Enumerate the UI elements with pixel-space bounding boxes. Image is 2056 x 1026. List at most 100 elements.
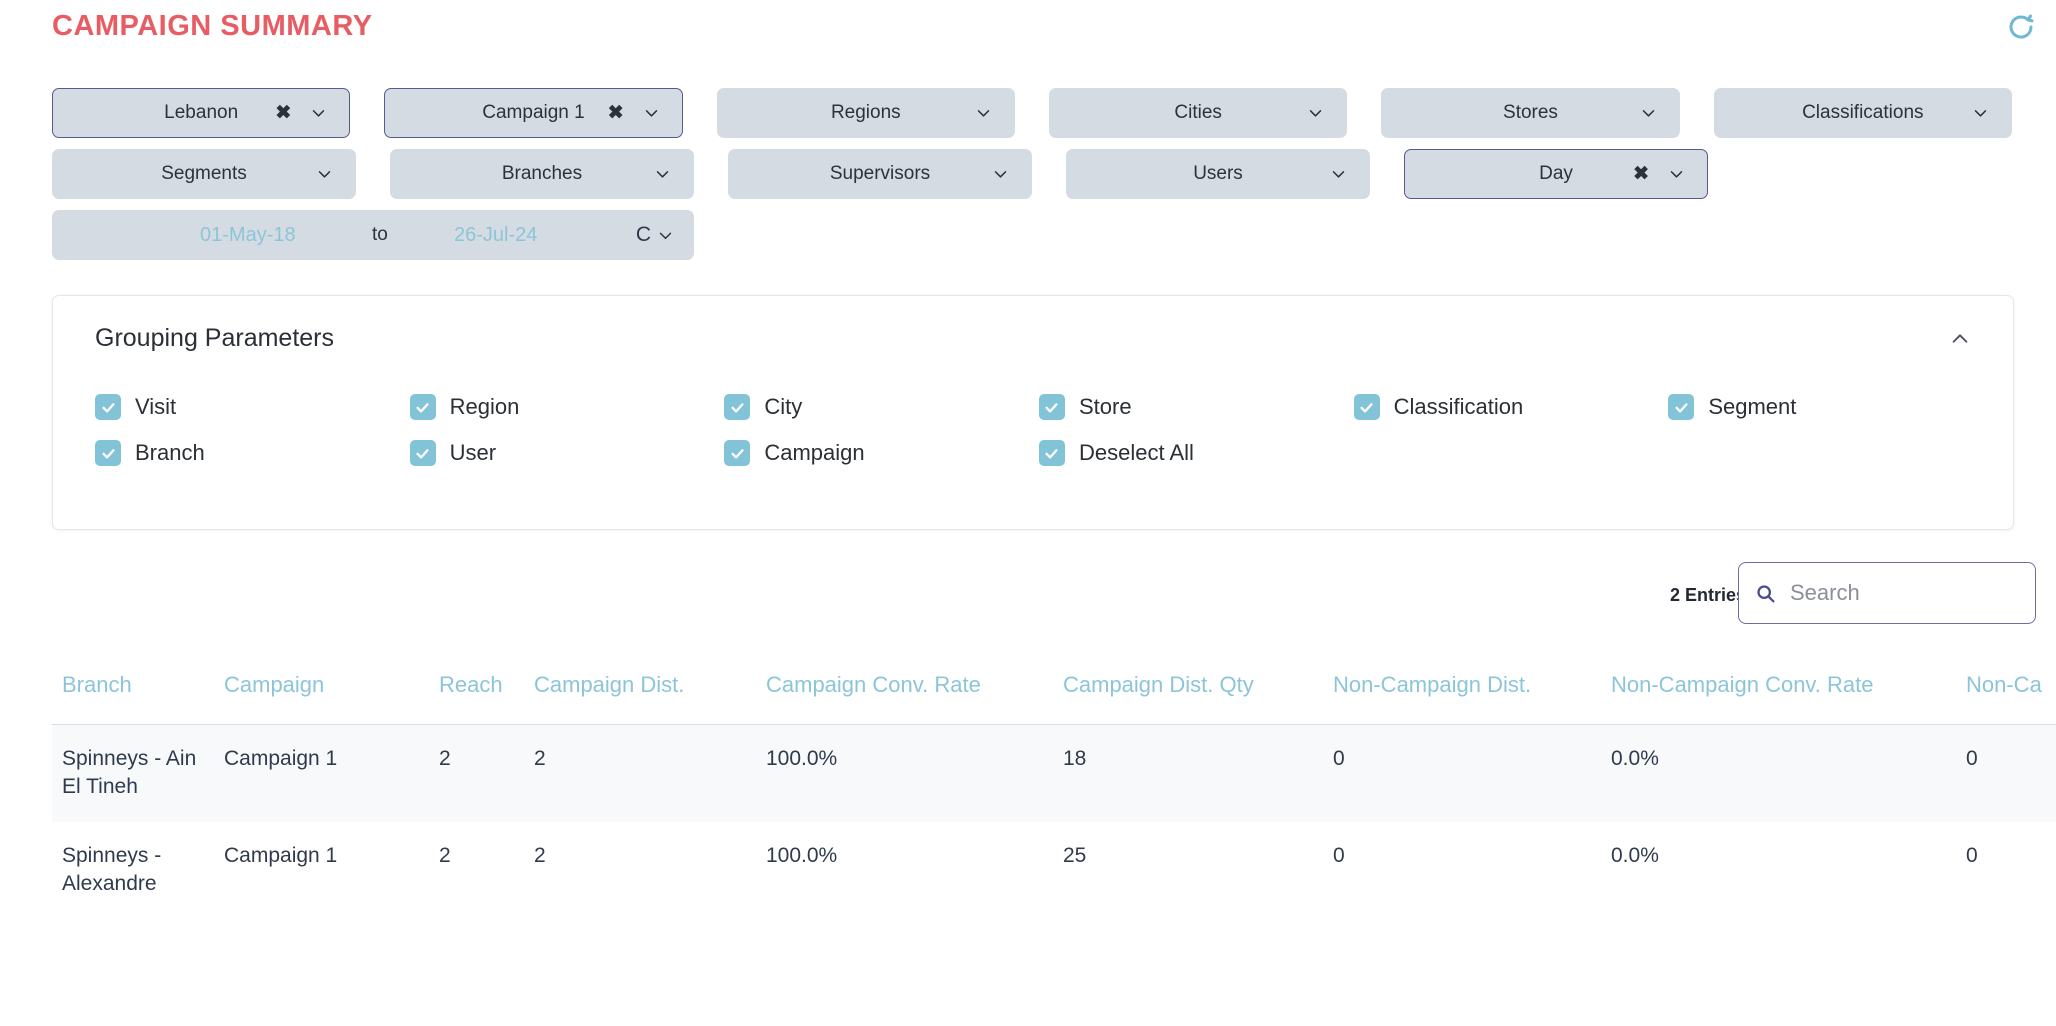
table-cell-non-campaign-dist: 0 xyxy=(1333,822,1611,919)
data-table-container[interactable]: BranchCampaignReachCampaign Dist.Campaig… xyxy=(52,650,2056,1026)
checkbox-checked-icon[interactable] xyxy=(410,440,436,466)
chevron-down-icon xyxy=(657,227,674,244)
checkbox-label: Campaign xyxy=(764,440,864,466)
chevron-up-icon xyxy=(1949,328,1971,350)
chevron-down-icon[interactable] xyxy=(1640,105,1657,122)
chevron-down-icon[interactable] xyxy=(1972,105,1989,122)
checkbox-checked-icon[interactable] xyxy=(1039,440,1065,466)
checkbox-checked-icon[interactable] xyxy=(95,440,121,466)
table-cell-non-campaign-last: 0 xyxy=(1966,822,2056,919)
filter-label: Cities xyxy=(1174,102,1222,124)
filter-clear-icon[interactable]: ✖ xyxy=(608,104,624,123)
grouping-checkbox-branch[interactable]: Branch xyxy=(95,440,410,466)
table-column-header[interactable]: Campaign Dist. Qty xyxy=(1063,650,1333,725)
filters-panel: Lebanon✖ Campaign 1 ✖ Regions Cities Stores Cl… xyxy=(52,88,2012,260)
table-cell-campaign: Campaign 1 xyxy=(224,725,439,822)
table-column-header[interactable]: Non-Campaign Dist. xyxy=(1333,650,1611,725)
table-column-header[interactable]: Campaign Dist. xyxy=(534,650,766,725)
table-cell-campaign-conv-rate: 100.0% xyxy=(766,725,1063,822)
checkbox-checked-icon[interactable] xyxy=(410,394,436,420)
filter-day[interactable]: Day✖ xyxy=(1404,149,1708,199)
filter-users[interactable]: Users xyxy=(1066,149,1370,199)
checkbox-checked-icon[interactable] xyxy=(1039,394,1065,420)
checkbox-label: Store xyxy=(1079,394,1132,420)
chevron-down-icon[interactable] xyxy=(316,166,333,183)
grouping-checkbox-user[interactable]: User xyxy=(410,440,725,466)
chevron-down-icon[interactable] xyxy=(975,105,992,122)
filter-clear-icon[interactable]: ✖ xyxy=(1633,165,1649,184)
grouping-checkbox-city[interactable]: City xyxy=(724,394,1039,420)
checkbox-checked-icon[interactable] xyxy=(1354,394,1380,420)
table-cell-campaign-dist: 2 xyxy=(534,725,766,822)
chevron-down-icon[interactable] xyxy=(992,166,1009,183)
filter-campaign-1[interactable]: Campaign 1 ✖ xyxy=(384,88,682,138)
filter-classifications[interactable]: Classifications xyxy=(1714,88,2012,138)
table-cell-reach: 2 xyxy=(439,822,534,919)
calendar-dropdown[interactable]: C xyxy=(636,223,674,247)
table-column-header[interactable]: Non-Campaign Conv. Rate xyxy=(1611,650,1966,725)
checkbox-checked-icon[interactable] xyxy=(95,394,121,420)
grouping-checkbox-deselect-all[interactable]: Deselect All xyxy=(1039,440,1354,466)
grouping-checkbox-region[interactable]: Region xyxy=(410,394,725,420)
chevron-down-icon[interactable] xyxy=(1668,166,1685,183)
filter-label: Users xyxy=(1193,163,1243,185)
campaign-summary-page: CAMPAIGN SUMMARY Lebanon✖ Campaign 1 ✖ Regi… xyxy=(0,0,2056,1026)
table-row[interactable]: Spinneys - AlexandreCampaign 122100.0%25… xyxy=(52,822,2056,919)
grouping-parameters-card: Grouping Parameters VisitRegionCity Store… xyxy=(52,295,2014,530)
grouping-checkbox-store[interactable]: Store xyxy=(1039,394,1354,420)
filter-lebanon[interactable]: Lebanon✖ xyxy=(52,88,350,138)
chevron-down-icon[interactable] xyxy=(654,166,671,183)
table-cell-non-campaign-last: 0 xyxy=(1966,725,2056,822)
table-column-header[interactable]: Branch xyxy=(52,650,224,725)
table-column-header[interactable]: Campaign Conv. Rate xyxy=(766,650,1063,725)
grouping-parameters-title: Grouping Parameters xyxy=(95,324,334,353)
chevron-down-icon[interactable] xyxy=(1307,105,1324,122)
grouping-checkbox-segment[interactable]: Segment xyxy=(1668,394,1983,420)
filter-cities[interactable]: Cities xyxy=(1049,88,1347,138)
table-column-header[interactable]: Campaign xyxy=(224,650,439,725)
grouping-checkbox-campaign[interactable]: Campaign xyxy=(724,440,1039,466)
date-from-value[interactable]: 01-May-18 xyxy=(200,224,296,247)
table-cell-non-campaign-conv-rate: 0.0% xyxy=(1611,822,1966,919)
grouping-collapse-toggle[interactable] xyxy=(1949,328,1971,350)
search-input[interactable] xyxy=(1788,579,2019,607)
table-cell-campaign: Campaign 1 xyxy=(224,822,439,919)
page-title: CAMPAIGN SUMMARY xyxy=(52,10,373,43)
search-icon xyxy=(1755,583,1776,604)
table-cell-campaign-dist-qty: 25 xyxy=(1063,822,1333,919)
filter-regions[interactable]: Regions xyxy=(717,88,1015,138)
grouping-checkbox-visit[interactable]: Visit xyxy=(95,394,410,420)
filter-stores[interactable]: Stores xyxy=(1381,88,1679,138)
checkbox-checked-icon[interactable] xyxy=(724,440,750,466)
refresh-icon[interactable] xyxy=(2006,12,2036,42)
filter-label: Branches xyxy=(502,163,582,185)
checkbox-checked-icon[interactable] xyxy=(1668,394,1694,420)
date-range-separator: to xyxy=(372,224,388,246)
chevron-down-icon[interactable] xyxy=(1330,166,1347,183)
entries-count: 2 Entries xyxy=(1670,585,1746,606)
filter-segments[interactable]: Segments xyxy=(52,149,356,199)
filter-supervisors[interactable]: Supervisors xyxy=(728,149,1032,199)
chevron-down-icon[interactable] xyxy=(643,105,660,122)
table-cell-non-campaign-conv-rate: 0.0% xyxy=(1611,725,1966,822)
filter-row-1: Lebanon✖ Campaign 1 ✖ Regions Cities Stores Cl… xyxy=(52,88,2012,138)
calendar-label: C xyxy=(636,223,651,247)
date-range-row: 01-May-18 to 26-Jul-24 C xyxy=(52,210,2012,260)
filter-label: Regions xyxy=(831,102,901,124)
filter-branches[interactable]: Branches xyxy=(390,149,694,199)
chevron-down-icon[interactable] xyxy=(310,105,327,122)
table-cell-campaign-dist: 2 xyxy=(534,822,766,919)
filter-label: Classifications xyxy=(1802,102,1923,124)
date-range-field[interactable]: 01-May-18 to 26-Jul-24 C xyxy=(52,210,694,260)
checkbox-label: User xyxy=(450,440,496,466)
filter-clear-icon[interactable]: ✖ xyxy=(275,104,291,123)
search-box[interactable] xyxy=(1738,562,2036,624)
filter-label: Campaign 1 xyxy=(482,102,584,124)
filter-label: Supervisors xyxy=(830,163,930,185)
table-column-header[interactable]: Non-Ca xyxy=(1966,650,2056,725)
date-to-value[interactable]: 26-Jul-24 xyxy=(454,224,537,247)
table-row[interactable]: Spinneys - Ain El TinehCampaign 122100.0… xyxy=(52,725,2056,822)
table-column-header[interactable]: Reach xyxy=(439,650,534,725)
checkbox-checked-icon[interactable] xyxy=(724,394,750,420)
grouping-checkbox-classification[interactable]: Classification xyxy=(1354,394,1669,420)
